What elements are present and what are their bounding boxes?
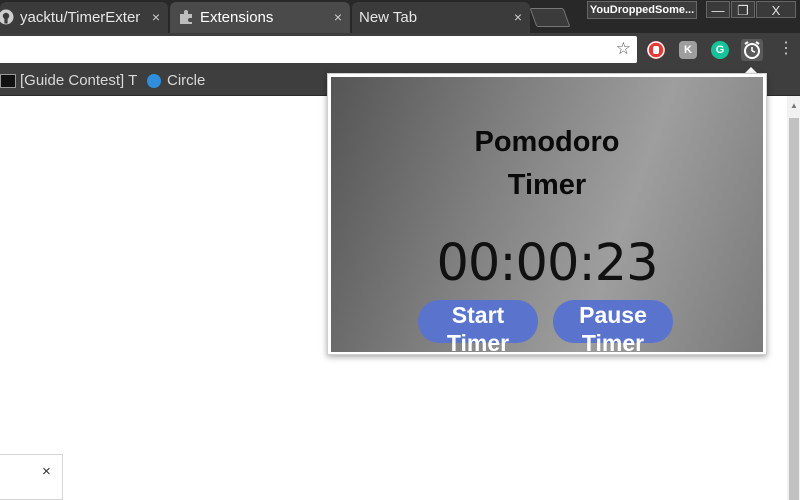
- profile-button[interactable]: YouDroppedSome...: [587, 1, 697, 19]
- new-tab-button[interactable]: [529, 8, 571, 27]
- alarm-clock-glyph-icon: [744, 41, 760, 59]
- tab-new-tab[interactable]: New Tab ×: [352, 2, 530, 33]
- site-icon: [0, 74, 16, 89]
- start-timer-button[interactable]: Start Timer: [418, 300, 538, 356]
- tab-github-close-icon[interactable]: ×: [152, 2, 160, 33]
- timer-title: Pomodoro Timer: [331, 121, 763, 207]
- tab-github-label: yacktu/TimerExten: [20, 9, 140, 26]
- timer-panel: Pomodoro Timer 00:00:23 Start Timer Paus…: [331, 77, 763, 356]
- browser-menu-icon[interactable]: ⋮: [778, 39, 794, 59]
- timer-title-line2: Timer: [507, 169, 587, 201]
- timer-display: 00:00:23: [436, 234, 658, 293]
- tab-github[interactable]: yacktu/TimerExten ×: [0, 2, 168, 33]
- tab-strip: yacktu/TimerExten × Extensions × New Tab…: [0, 0, 800, 33]
- address-bar[interactable]: ☆: [0, 36, 637, 63]
- github-icon: [0, 9, 14, 25]
- toolbar: ☆ K G ⋮: [0, 33, 800, 66]
- tab-new-tab-close-icon[interactable]: ×: [514, 2, 522, 33]
- bookmark-circle-label: Circle: [167, 72, 206, 89]
- pause-timer-button[interactable]: Pause Timer: [553, 300, 673, 356]
- tab-new-tab-label: New Tab: [359, 9, 418, 26]
- adblock-icon[interactable]: [647, 41, 665, 59]
- restore-icon[interactable]: ❐: [731, 1, 755, 18]
- tab-extensions-close-icon[interactable]: ×: [334, 2, 342, 33]
- scroll-up-arrow-icon[interactable]: ▲: [789, 101, 799, 111]
- notification-panel: ×: [0, 454, 63, 500]
- bookmark-star-icon[interactable]: ☆: [616, 39, 631, 59]
- timer-popup: Pomodoro Timer 00:00:23 Start Timer Paus…: [327, 73, 767, 356]
- tab-extensions[interactable]: Extensions ×: [170, 2, 350, 33]
- minimize-icon[interactable]: —: [706, 1, 730, 18]
- bookmark-guide-contest-label: [Guide Contest] T: [20, 72, 138, 89]
- puzzle-icon: [180, 10, 192, 24]
- close-window-icon[interactable]: X: [756, 1, 796, 18]
- bookmark-guide-contest[interactable]: [Guide Contest] T: [0, 66, 137, 95]
- scrollbar-thumb[interactable]: [789, 118, 799, 500]
- adblock-hand-icon: [647, 41, 665, 59]
- kami-icon[interactable]: K: [679, 41, 697, 59]
- water-drop-icon: [147, 74, 161, 89]
- notification-close-icon[interactable]: ×: [42, 463, 51, 480]
- bookmark-circle[interactable]: Circle: [147, 66, 205, 95]
- grammarly-icon[interactable]: G: [711, 41, 729, 59]
- alarm-clock-icon[interactable]: [741, 39, 763, 61]
- tab-extensions-label: Extensions: [200, 9, 274, 26]
- timer-title-line1: Pomodoro: [474, 126, 620, 158]
